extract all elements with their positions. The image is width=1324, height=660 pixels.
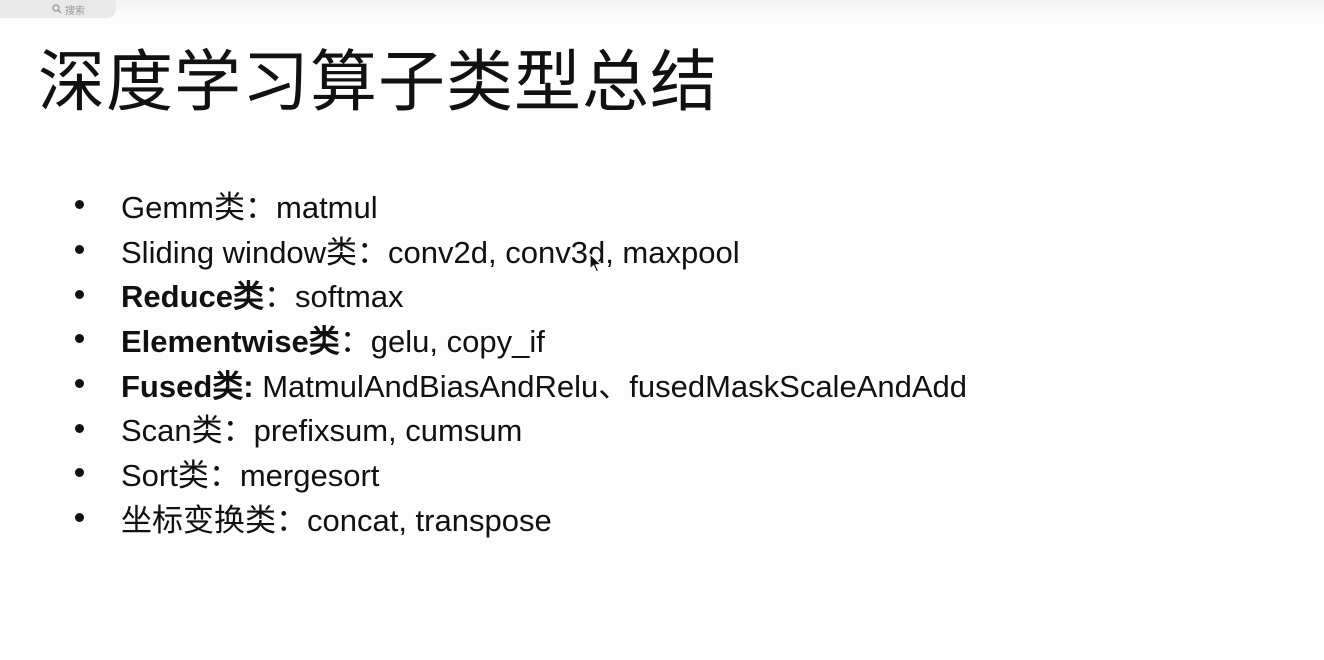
bullet-dot [75, 379, 84, 389]
bullet-dot [75, 245, 84, 255]
bullet-text: Sort类：mergesort [121, 450, 379, 495]
bullet-dot [75, 468, 84, 478]
bullet-text: Fused类: MatmulAndBiasAndRelu、fusedMaskSc… [121, 361, 967, 406]
bullet-bold-label: Reduce类 [121, 279, 264, 315]
bullet-dot [75, 334, 84, 344]
bullet-description: ：softmax [263, 279, 404, 315]
bullet-dot [75, 423, 84, 433]
bullet-dot [75, 289, 84, 299]
search-label: 搜索 [65, 5, 85, 17]
bullet-text: Elementwise类：gelu, copy_if [121, 316, 545, 361]
search-box[interactable]: 搜索 [0, 0, 116, 18]
bullet-text: 坐标变换类：concat, transpose [121, 495, 552, 540]
bullet-dot [75, 200, 84, 210]
bullet-description: Sliding window类：conv2d, conv3d, maxpool [121, 234, 740, 270]
mouse-pointer-icon [589, 253, 603, 278]
bullet-text: Gemm类：matmul [121, 182, 378, 227]
bullet-description: MatmulAndBiasAndRelu、fusedMaskScaleAndAd… [253, 368, 968, 404]
bullet-text: Scan类：prefixsum, cumsum [121, 405, 522, 450]
bullet-bold-label: Elementwise类 [121, 323, 340, 359]
bullet-description: ：gelu, copy_if [339, 323, 545, 359]
bullet-description: Scan类：prefixsum, cumsum [121, 413, 523, 449]
bullet-description: Gemm类：matmul [121, 189, 378, 225]
bullet-bold-label: Fused类: [121, 368, 254, 404]
search-icon [52, 4, 62, 14]
bullet-text: Reduce类：softmax [121, 271, 404, 316]
top-toolbar-strip [0, 0, 1324, 18]
bullet-description: 坐标变换类：concat, transpose [121, 502, 552, 538]
slide-title: 深度学习算子类型总结 [38, 43, 718, 121]
bullet-description: Sort类：mergesort [121, 457, 380, 493]
bullet-dot [75, 513, 84, 523]
bullet-text: Sliding window类：conv2d, conv3d, maxpool [121, 227, 740, 272]
